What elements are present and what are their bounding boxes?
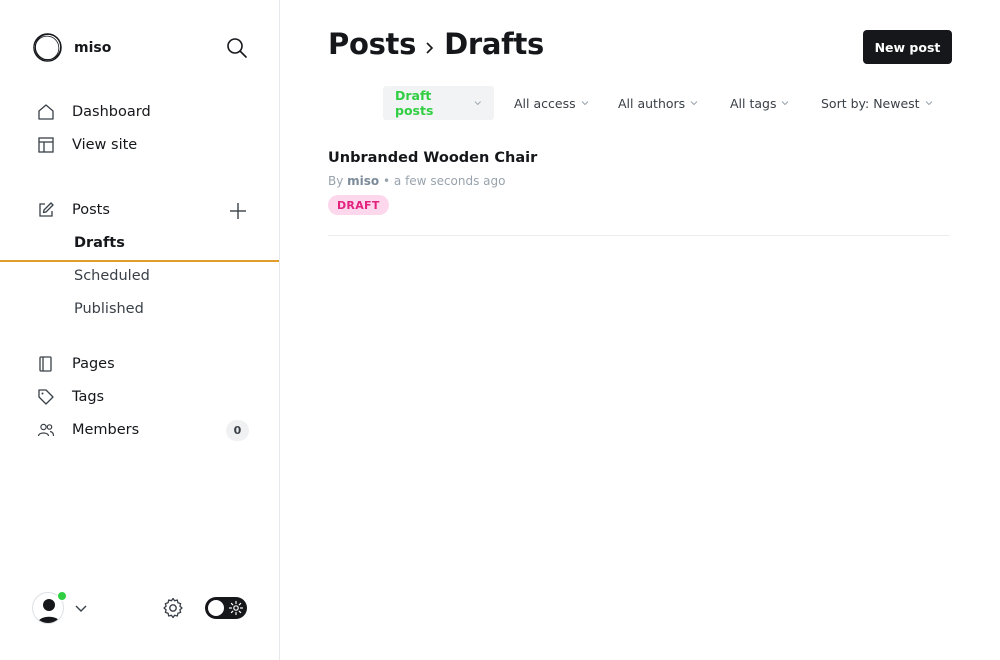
site-logo-icon — [33, 33, 62, 62]
plus-icon — [230, 203, 246, 219]
sidebar-item-label: Scheduled — [74, 268, 150, 284]
site-name: miso — [74, 39, 112, 56]
sidebar-item-label: Tags — [72, 389, 105, 405]
filter-label: All tags — [730, 95, 777, 111]
user-menu[interactable] — [32, 591, 90, 624]
status-badge: DRAFT — [328, 195, 389, 215]
post-title[interactable]: Unbranded Wooden Chair — [328, 150, 537, 166]
sidebar-item-tags[interactable]: Tags — [0, 382, 279, 412]
sidebar-item-dashboard[interactable]: Dashboard — [0, 97, 279, 127]
sidebar-item-scheduled[interactable]: Scheduled — [0, 262, 279, 292]
sidebar-item-view-site[interactable]: View site — [0, 130, 279, 160]
post-list-item[interactable]: Unbranded Wooden Chair By miso • a few s… — [328, 140, 950, 236]
gear-icon — [163, 597, 183, 619]
chevron-right-icon — [426, 42, 434, 54]
new-post-button[interactable]: New post — [863, 30, 952, 64]
post-author: miso — [347, 174, 380, 188]
post-meta: By miso • a few seconds ago — [328, 174, 506, 188]
chevron-down-icon — [75, 605, 87, 612]
breadcrumb: Posts Drafts — [328, 27, 544, 61]
breadcrumb-posts-link[interactable]: Posts — [328, 27, 416, 61]
add-post-button[interactable] — [228, 201, 248, 221]
sidebar: miso Dashboard View site Posts Drafts Sc… — [0, 0, 280, 660]
settings-button[interactable] — [161, 596, 185, 620]
post-meta-by: By — [328, 174, 344, 188]
filter-authors-dropdown[interactable]: All authors — [606, 86, 710, 120]
layout-icon — [38, 137, 54, 153]
sidebar-item-label: View site — [72, 137, 138, 153]
chevron-down-icon — [782, 101, 789, 106]
home-icon — [38, 104, 54, 120]
post-timestamp: • a few seconds ago — [383, 174, 506, 188]
page-icon — [39, 356, 52, 372]
sidebar-item-label: Posts — [72, 202, 110, 218]
filter-label: All authors — [618, 95, 686, 111]
sidebar-item-label: Drafts — [74, 235, 125, 251]
filter-label: All access — [514, 95, 576, 111]
members-icon — [37, 423, 55, 437]
chevron-down-icon — [690, 101, 698, 106]
chevron-down-icon — [475, 101, 482, 106]
search-button[interactable] — [226, 37, 248, 59]
pencil-square-icon — [39, 202, 54, 217]
sidebar-item-drafts[interactable]: Drafts — [0, 229, 279, 262]
filter-access-dropdown[interactable]: All access — [502, 86, 601, 120]
sidebar-item-pages[interactable]: Pages — [0, 349, 279, 379]
chevron-down-icon — [581, 101, 588, 106]
sun-icon — [228, 600, 244, 616]
filter-tags-dropdown[interactable]: All tags — [718, 86, 801, 120]
chevron-down-icon — [925, 101, 932, 106]
sidebar-item-label: Published — [74, 301, 144, 317]
filter-type-dropdown[interactable]: Draft posts — [383, 86, 494, 120]
filter-label: Draft posts — [395, 88, 434, 118]
online-status-dot — [57, 591, 67, 601]
sidebar-item-label: Dashboard — [72, 104, 151, 120]
sidebar-item-label: Members — [72, 422, 140, 438]
tag-icon — [38, 389, 54, 405]
filter-label: Sort by: Newest — [821, 95, 920, 111]
toggle-knob — [208, 600, 224, 616]
search-icon — [227, 38, 247, 58]
sort-dropdown[interactable]: Sort by: Newest — [809, 86, 945, 120]
site-brand[interactable]: miso — [32, 32, 111, 63]
sidebar-item-published[interactable]: Published — [0, 295, 279, 325]
page-title: Drafts — [444, 27, 544, 61]
theme-toggle[interactable] — [205, 597, 247, 619]
sidebar-item-label: Pages — [72, 356, 115, 372]
members-count-badge: 0 — [226, 420, 249, 441]
